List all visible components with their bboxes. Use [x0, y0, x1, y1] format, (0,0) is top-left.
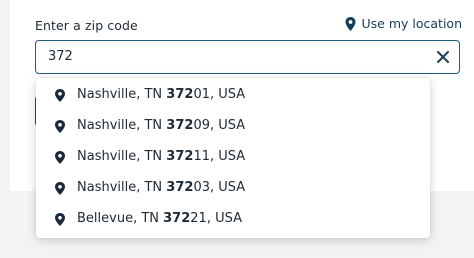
suggestion-match: 372: [163, 211, 191, 226]
suggestion-rest: 09, USA: [193, 118, 246, 133]
suggestion-item[interactable]: Bellevue, TN 37221, USA: [36, 204, 430, 235]
zip-suggestions-dropdown: Nashville, TN 37201, USA Nashville, TN 37…: [36, 78, 430, 238]
use-my-location-button[interactable]: Use my location: [345, 16, 462, 31]
suggestion-rest: 01, USA: [193, 87, 246, 102]
suggestion-label: Nashville, TN 37203, USA: [77, 180, 245, 195]
suggestion-match: 372: [166, 180, 194, 195]
suggestion-label: Nashville, TN 37201, USA: [77, 87, 245, 102]
suggestion-prefix: Nashville, TN: [77, 118, 167, 133]
use-my-location-label: Use my location: [361, 16, 462, 31]
map-pin-icon: [55, 151, 65, 164]
suggestion-rest: 03, USA: [193, 180, 246, 195]
suggestion-match: 372: [166, 118, 194, 133]
suggestion-prefix: Nashville, TN: [77, 87, 167, 102]
suggestion-item[interactable]: Nashville, TN 37201, USA: [36, 80, 430, 111]
map-pin-icon: [55, 89, 65, 102]
zip-field: [35, 40, 460, 74]
suggestion-rest: 21, USA: [190, 211, 242, 226]
suggestion-prefix: Bellevue, TN: [77, 211, 164, 226]
zip-input[interactable]: [48, 41, 408, 72]
suggestion-label: Nashville, TN 37211, USA: [77, 149, 245, 164]
suggestion-item[interactable]: Nashville, TN 37203, USA: [36, 173, 430, 204]
suggestion-item[interactable]: Nashville, TN 37211, USA: [36, 142, 430, 173]
suggestion-match: 372: [166, 149, 194, 164]
suggestion-label: Nashville, TN 37209, USA: [77, 118, 245, 133]
map-pin-icon: [55, 213, 65, 226]
suggestion-match: 372: [166, 87, 194, 102]
suggestion-item[interactable]: Nashville, TN 37209, USA: [36, 111, 430, 142]
map-pin-icon: [55, 120, 65, 133]
suggestion-rest: 11, USA: [193, 149, 246, 164]
map-pin-icon: [55, 182, 65, 195]
suggestion-prefix: Nashville, TN: [77, 180, 167, 195]
suggestion-label: Bellevue, TN 37221, USA: [77, 211, 242, 226]
map-pin-icon: [345, 16, 356, 31]
close-icon[interactable]: [435, 49, 451, 65]
zip-code-label: Enter a zip code: [35, 18, 138, 33]
suggestion-prefix: Nashville, TN: [77, 149, 167, 164]
